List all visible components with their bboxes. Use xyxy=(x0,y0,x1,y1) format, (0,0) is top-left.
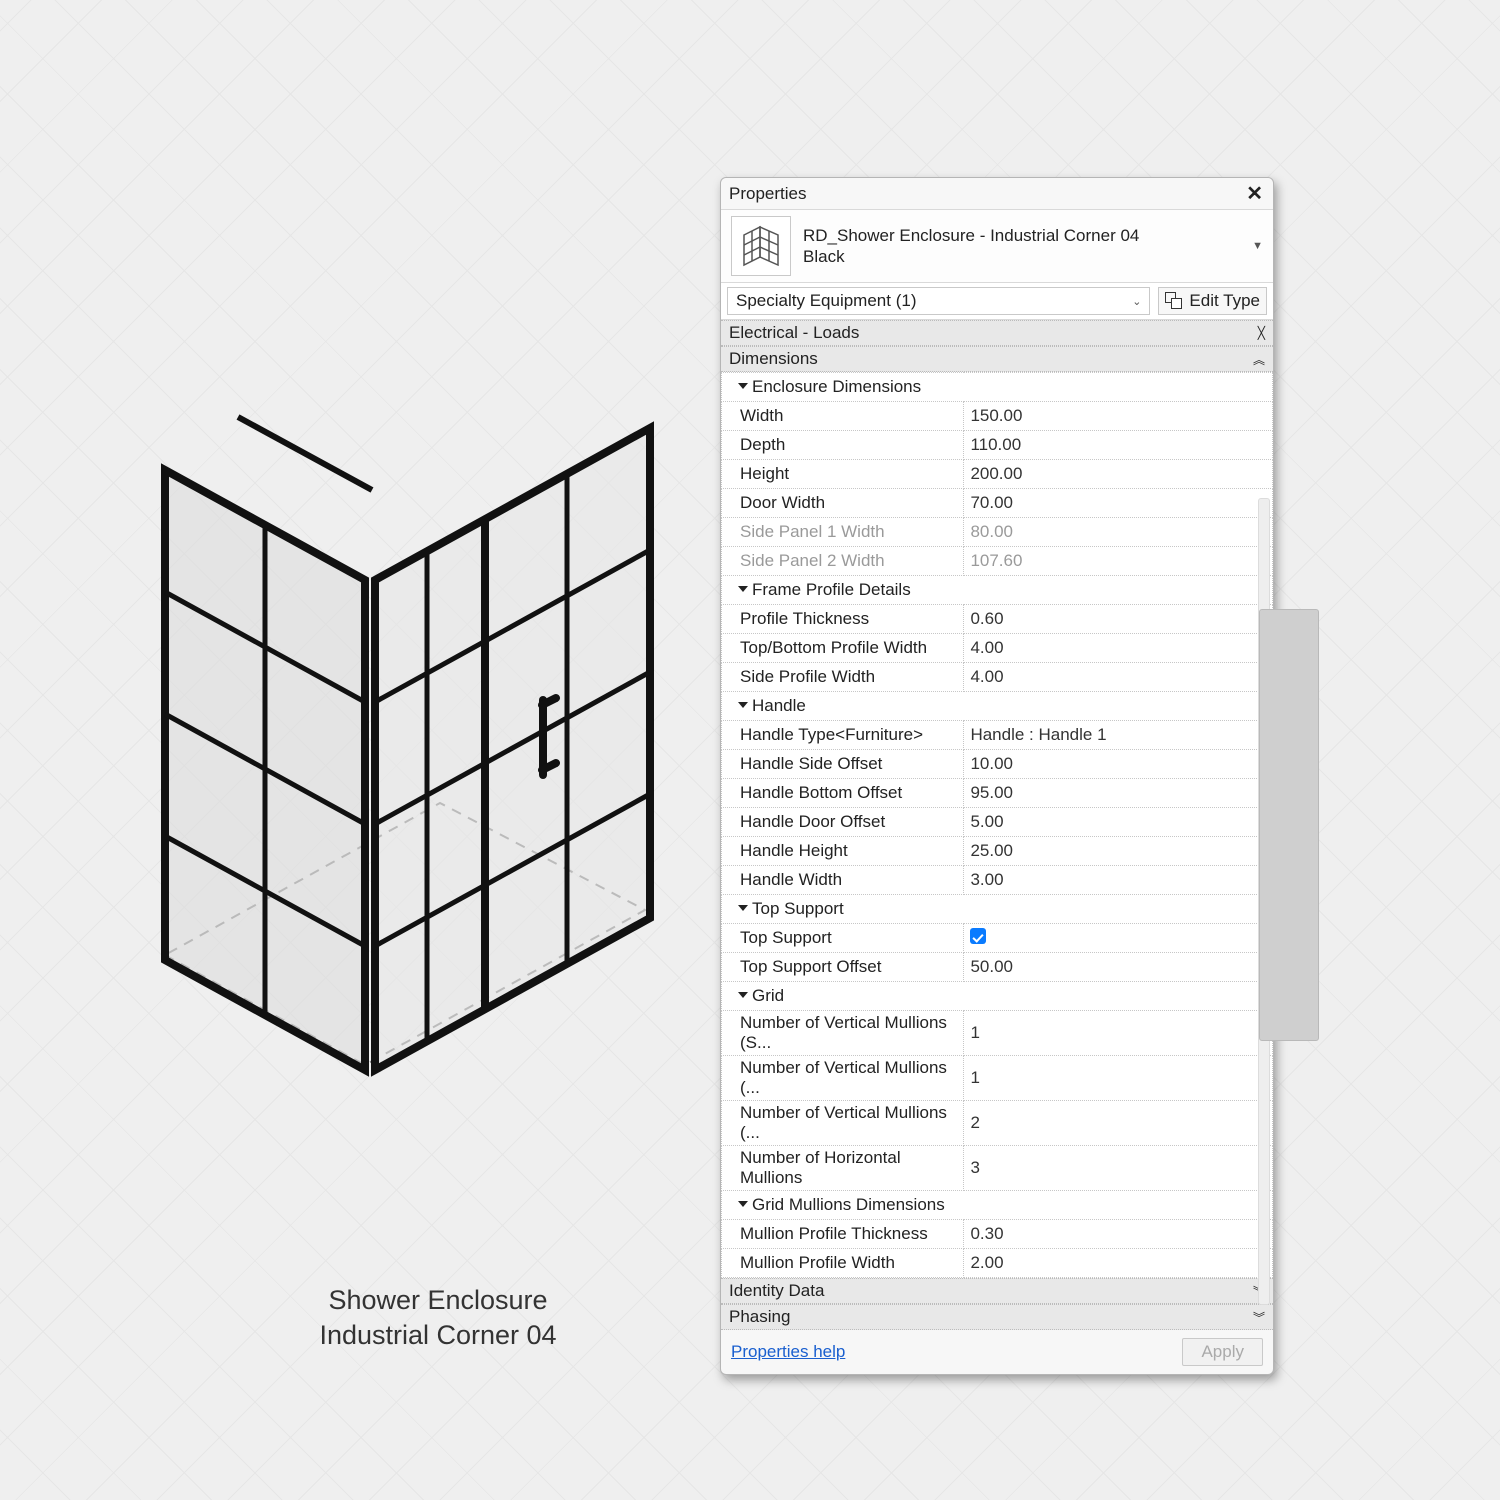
product-render xyxy=(90,380,690,1120)
chevron-down-icon: ⌄ xyxy=(1132,295,1141,308)
property-row[interactable]: Handle Height25.00 xyxy=(722,837,1273,866)
properties-help-link[interactable]: Properties help xyxy=(731,1342,845,1362)
property-row[interactable]: Depth110.00 xyxy=(722,431,1273,460)
category-selector[interactable]: Specialty Equipment (1) ⌄ xyxy=(727,287,1150,315)
section-identity[interactable]: Identity Data︾ xyxy=(721,1278,1273,1304)
property-row[interactable]: Handle Door Offset5.00 xyxy=(722,808,1273,837)
properties-table: Enclosure DimensionsWidth150.00Depth110.… xyxy=(721,372,1273,1278)
property-row[interactable]: Mullion Profile Width2.00 xyxy=(722,1249,1273,1278)
property-row[interactable]: Top Support Offset50.00 xyxy=(722,953,1273,982)
type-thumbnail xyxy=(731,216,791,276)
property-row[interactable]: Grid Mullions Dimensions xyxy=(722,1191,1273,1220)
property-row[interactable]: Handle xyxy=(722,692,1273,721)
property-row[interactable]: Number of Vertical Mullions (...2 xyxy=(722,1101,1273,1146)
product-caption: Shower Enclosure Industrial Corner 04 xyxy=(238,1283,638,1353)
edit-type-button[interactable]: Edit Type xyxy=(1158,287,1267,315)
property-row[interactable]: Top/Bottom Profile Width4.00 xyxy=(722,634,1273,663)
properties-panel: Properties ✕ RD_Shower Enclosure - Indus… xyxy=(720,177,1274,1375)
property-row[interactable]: Number of Horizontal Mullions3 xyxy=(722,1146,1273,1191)
property-row[interactable]: Top Support xyxy=(722,895,1273,924)
property-row[interactable]: Number of Vertical Mullions (...1 xyxy=(722,1056,1273,1101)
property-row[interactable]: Handle Width3.00 xyxy=(722,866,1273,895)
property-row[interactable]: Grid xyxy=(722,982,1273,1011)
close-icon[interactable]: ✕ xyxy=(1246,181,1263,206)
section-dimensions[interactable]: Dimensions︽ xyxy=(721,346,1273,372)
type-header[interactable]: RD_Shower Enclosure - Industrial Corner … xyxy=(721,209,1273,283)
property-row[interactable]: Number of Vertical Mullions (S...1 xyxy=(722,1011,1273,1056)
apply-button[interactable]: Apply xyxy=(1182,1338,1263,1366)
checkbox-checked-icon[interactable] xyxy=(970,928,986,944)
property-row[interactable]: Side Profile Width4.00 xyxy=(722,663,1273,692)
property-row[interactable]: Width150.00 xyxy=(722,402,1273,431)
section-phasing[interactable]: Phasing︾ xyxy=(721,1304,1273,1330)
property-row[interactable]: Handle Bottom Offset95.00 xyxy=(722,779,1273,808)
property-row[interactable]: Door Width70.00 xyxy=(722,489,1273,518)
property-row[interactable]: Enclosure Dimensions xyxy=(722,373,1273,402)
property-row[interactable]: Mullion Profile Thickness0.30 xyxy=(722,1220,1273,1249)
scrollbar[interactable] xyxy=(1258,498,1270,1305)
property-row[interactable]: Profile Thickness0.60 xyxy=(722,605,1273,634)
property-row[interactable]: Side Panel 1 Width80.00 xyxy=(722,518,1273,547)
edit-type-icon xyxy=(1165,292,1183,310)
property-row[interactable]: Side Panel 2 Width107.60 xyxy=(722,547,1273,576)
section-electrical[interactable]: Electrical - Loads╳ xyxy=(721,320,1273,346)
type-name: RD_Shower Enclosure - Industrial Corner … xyxy=(803,225,1240,268)
chevron-down-icon[interactable]: ▼ xyxy=(1252,240,1263,252)
property-row[interactable]: Frame Profile Details xyxy=(722,576,1273,605)
panel-title: Properties xyxy=(729,184,806,204)
property-row[interactable]: Handle Side Offset10.00 xyxy=(722,750,1273,779)
property-row[interactable]: Handle Type<Furniture>Handle : Handle 1 xyxy=(722,721,1273,750)
property-row[interactable]: Height200.00 xyxy=(722,460,1273,489)
property-row[interactable]: Top Support xyxy=(722,924,1273,953)
